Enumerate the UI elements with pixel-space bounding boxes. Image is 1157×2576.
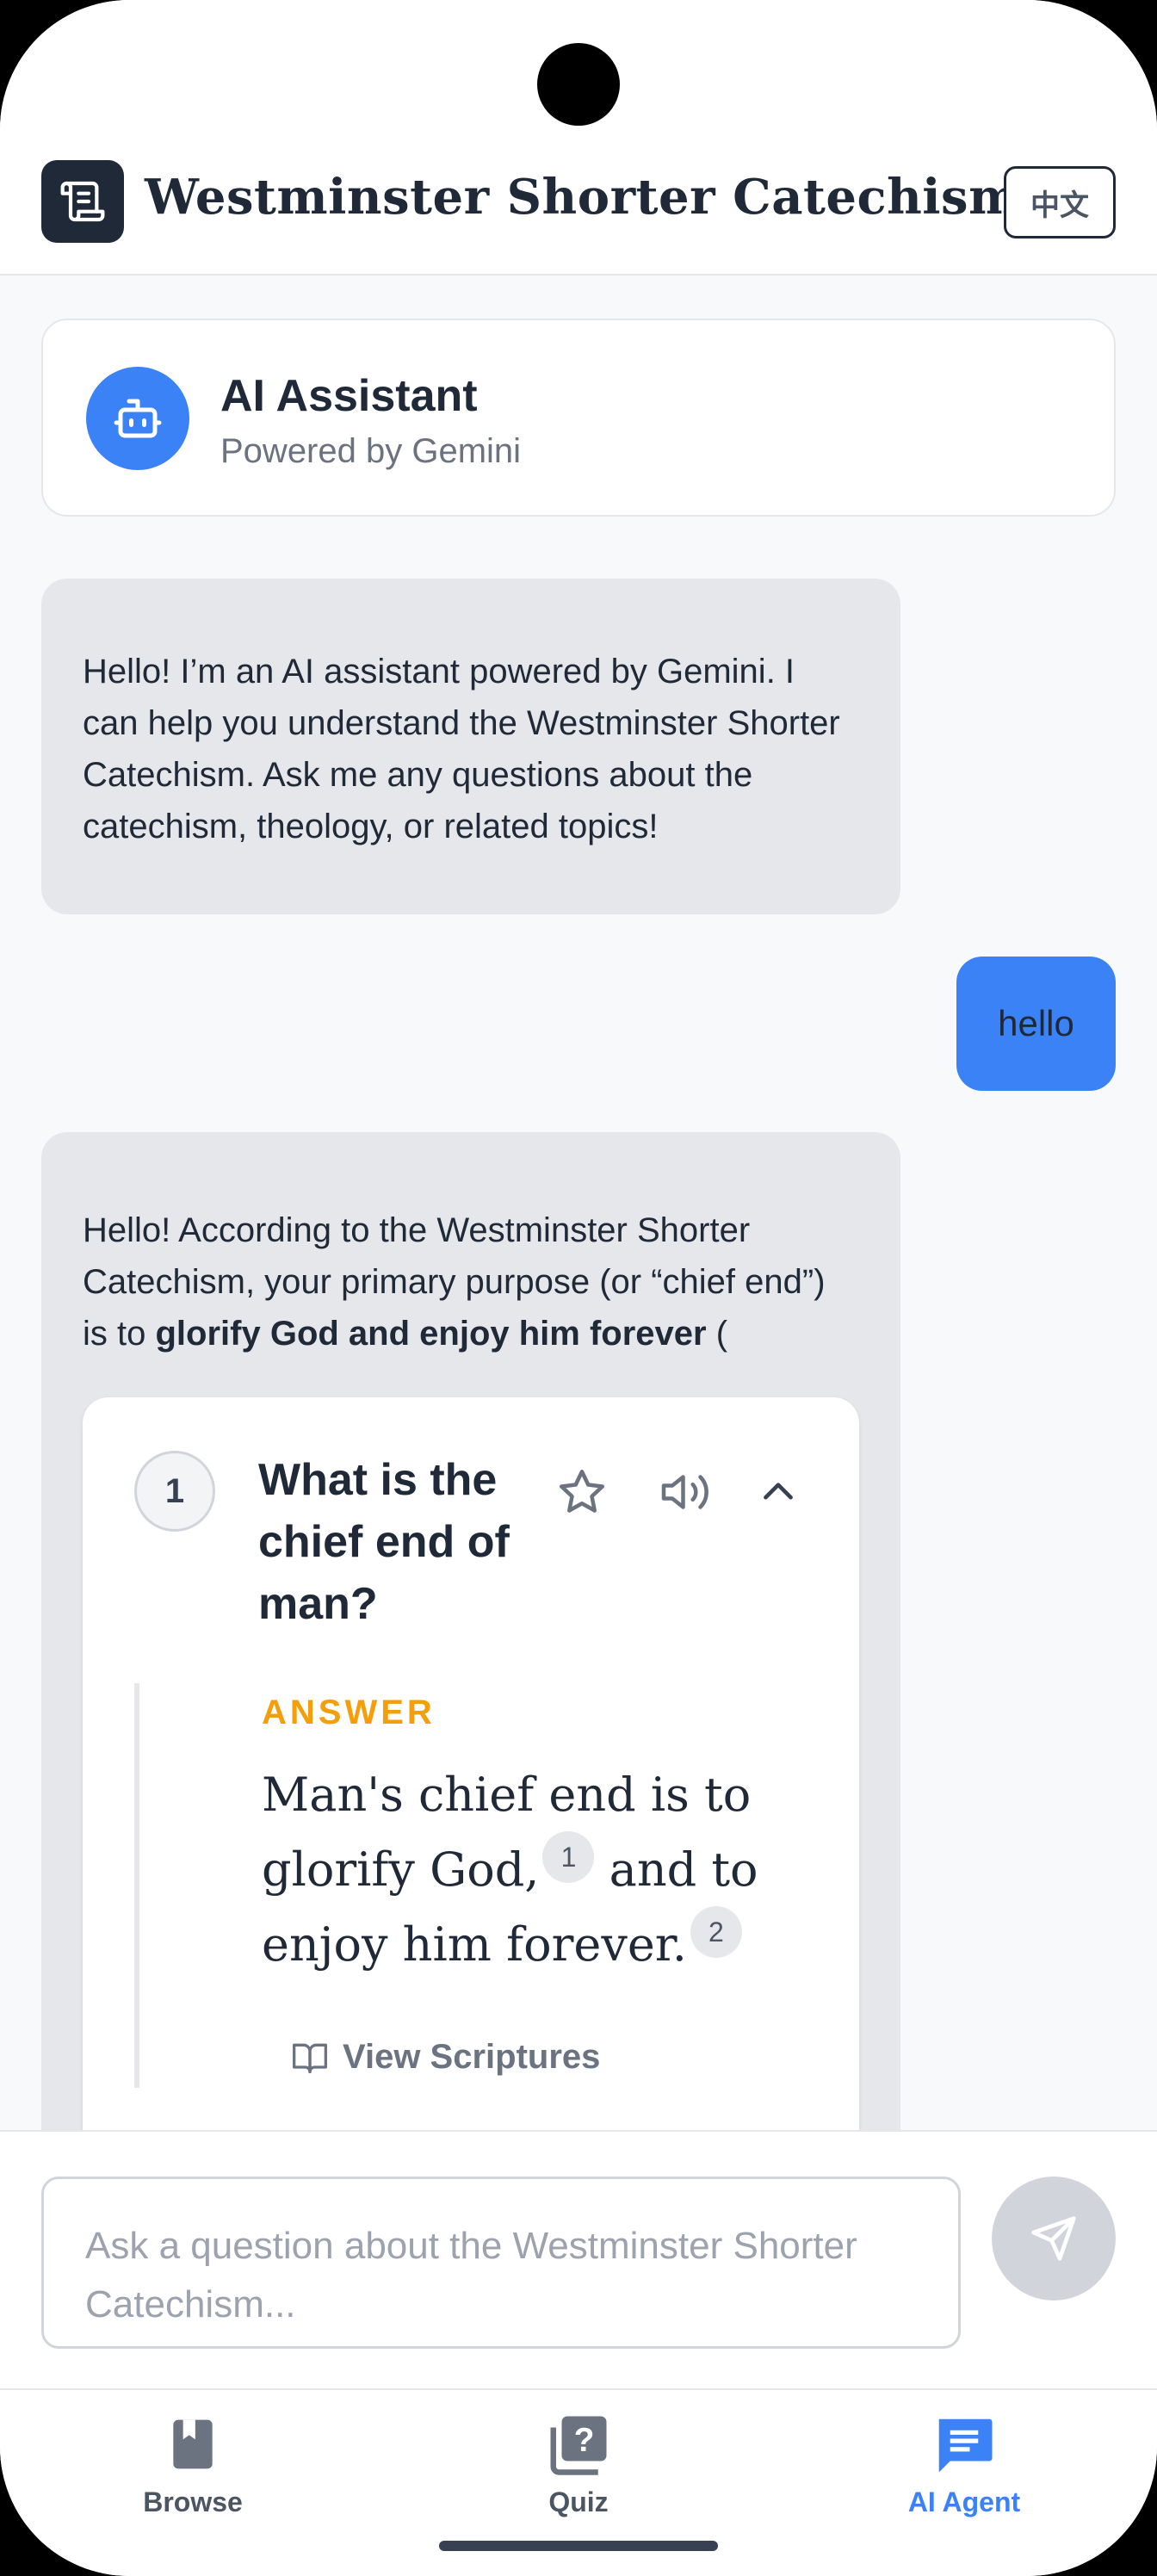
app-screen: Westminster Shorter Catechism 中文 AI Assi… <box>0 0 1157 2576</box>
ai-message-text: Hello! I’m an AI assistant powered by Ge… <box>83 653 840 845</box>
nav-browse-label: Browse <box>143 2486 243 2517</box>
scroll-icon <box>41 160 124 243</box>
language-toggle-button[interactable]: 中文 <box>1004 166 1116 238</box>
assistant-subtitle: Powered by Gemini <box>220 432 522 470</box>
book-icon <box>173 2419 213 2469</box>
question-title: What is the chief end of man? <box>258 1455 510 1629</box>
star-icon[interactable] <box>554 1464 609 1520</box>
bot-icon <box>86 367 189 470</box>
svg-text:?: ? <box>574 2422 595 2459</box>
assistant-info-card: AI Assistant Powered by Gemini <box>41 319 1116 517</box>
ai-reply-text: Hello! According to the Westminster Shor… <box>41 1204 900 1359</box>
home-indicator[interactable] <box>439 2541 718 2551</box>
nav-quiz-label: Quiz <box>548 2486 609 2517</box>
assistant-name: AI Assistant <box>220 371 478 421</box>
answer-divider <box>134 1683 139 2088</box>
footnote-badge[interactable]: 1 <box>542 1831 595 1883</box>
question-card: 1 What is the chief end of man? ANSWER M… <box>83 1397 859 2165</box>
app-title: Westminster Shorter Catechism <box>145 169 1020 226</box>
quiz-icon: ? <box>550 2416 607 2475</box>
app-header: Westminster Shorter Catechism 中文 <box>0 0 1157 276</box>
question-input[interactable]: Ask a question about the Westminster Sho… <box>41 2177 961 2349</box>
nav-ai-agent[interactable]: AI Agent <box>861 2411 1067 2518</box>
answer-label: ANSWER <box>262 1694 436 1731</box>
nav-ai-agent-label: AI Agent <box>907 2486 1021 2517</box>
ai-message-bubble: Hello! I’m an AI assistant powered by Ge… <box>41 579 900 914</box>
user-message-bubble: hello <box>956 957 1116 1091</box>
ai-reply-suffix: ( <box>706 1315 728 1353</box>
nav-browse[interactable]: Browse <box>90 2411 296 2518</box>
chat-input-bar: Ask a question about the Westminster Sho… <box>0 2130 1157 2388</box>
ai-reply-bold: glorify God and enjoy him forever <box>155 1315 707 1353</box>
view-scriptures-label: View Scriptures <box>343 2038 601 2076</box>
view-scriptures-button[interactable]: View Scriptures <box>291 2038 600 2077</box>
chevron-up-icon[interactable] <box>751 1464 806 1520</box>
book-open-icon <box>293 2043 327 2073</box>
question-number-badge: 1 <box>134 1451 215 1532</box>
speaker-icon[interactable] <box>658 1464 713 1520</box>
camera-cutout <box>537 43 620 126</box>
footnote-badge[interactable]: 2 <box>690 1906 742 1958</box>
answer-text: Man's chief end is to glorify God, 1 and … <box>262 1759 813 1981</box>
ai-reply-bubble: Hello! According to the Westminster Shor… <box>41 1132 900 2165</box>
chat-icon <box>938 2418 993 2473</box>
nav-quiz[interactable]: ? Quiz <box>475 2411 682 2518</box>
send-button[interactable] <box>992 2177 1116 2300</box>
send-icon <box>1031 2216 1076 2261</box>
